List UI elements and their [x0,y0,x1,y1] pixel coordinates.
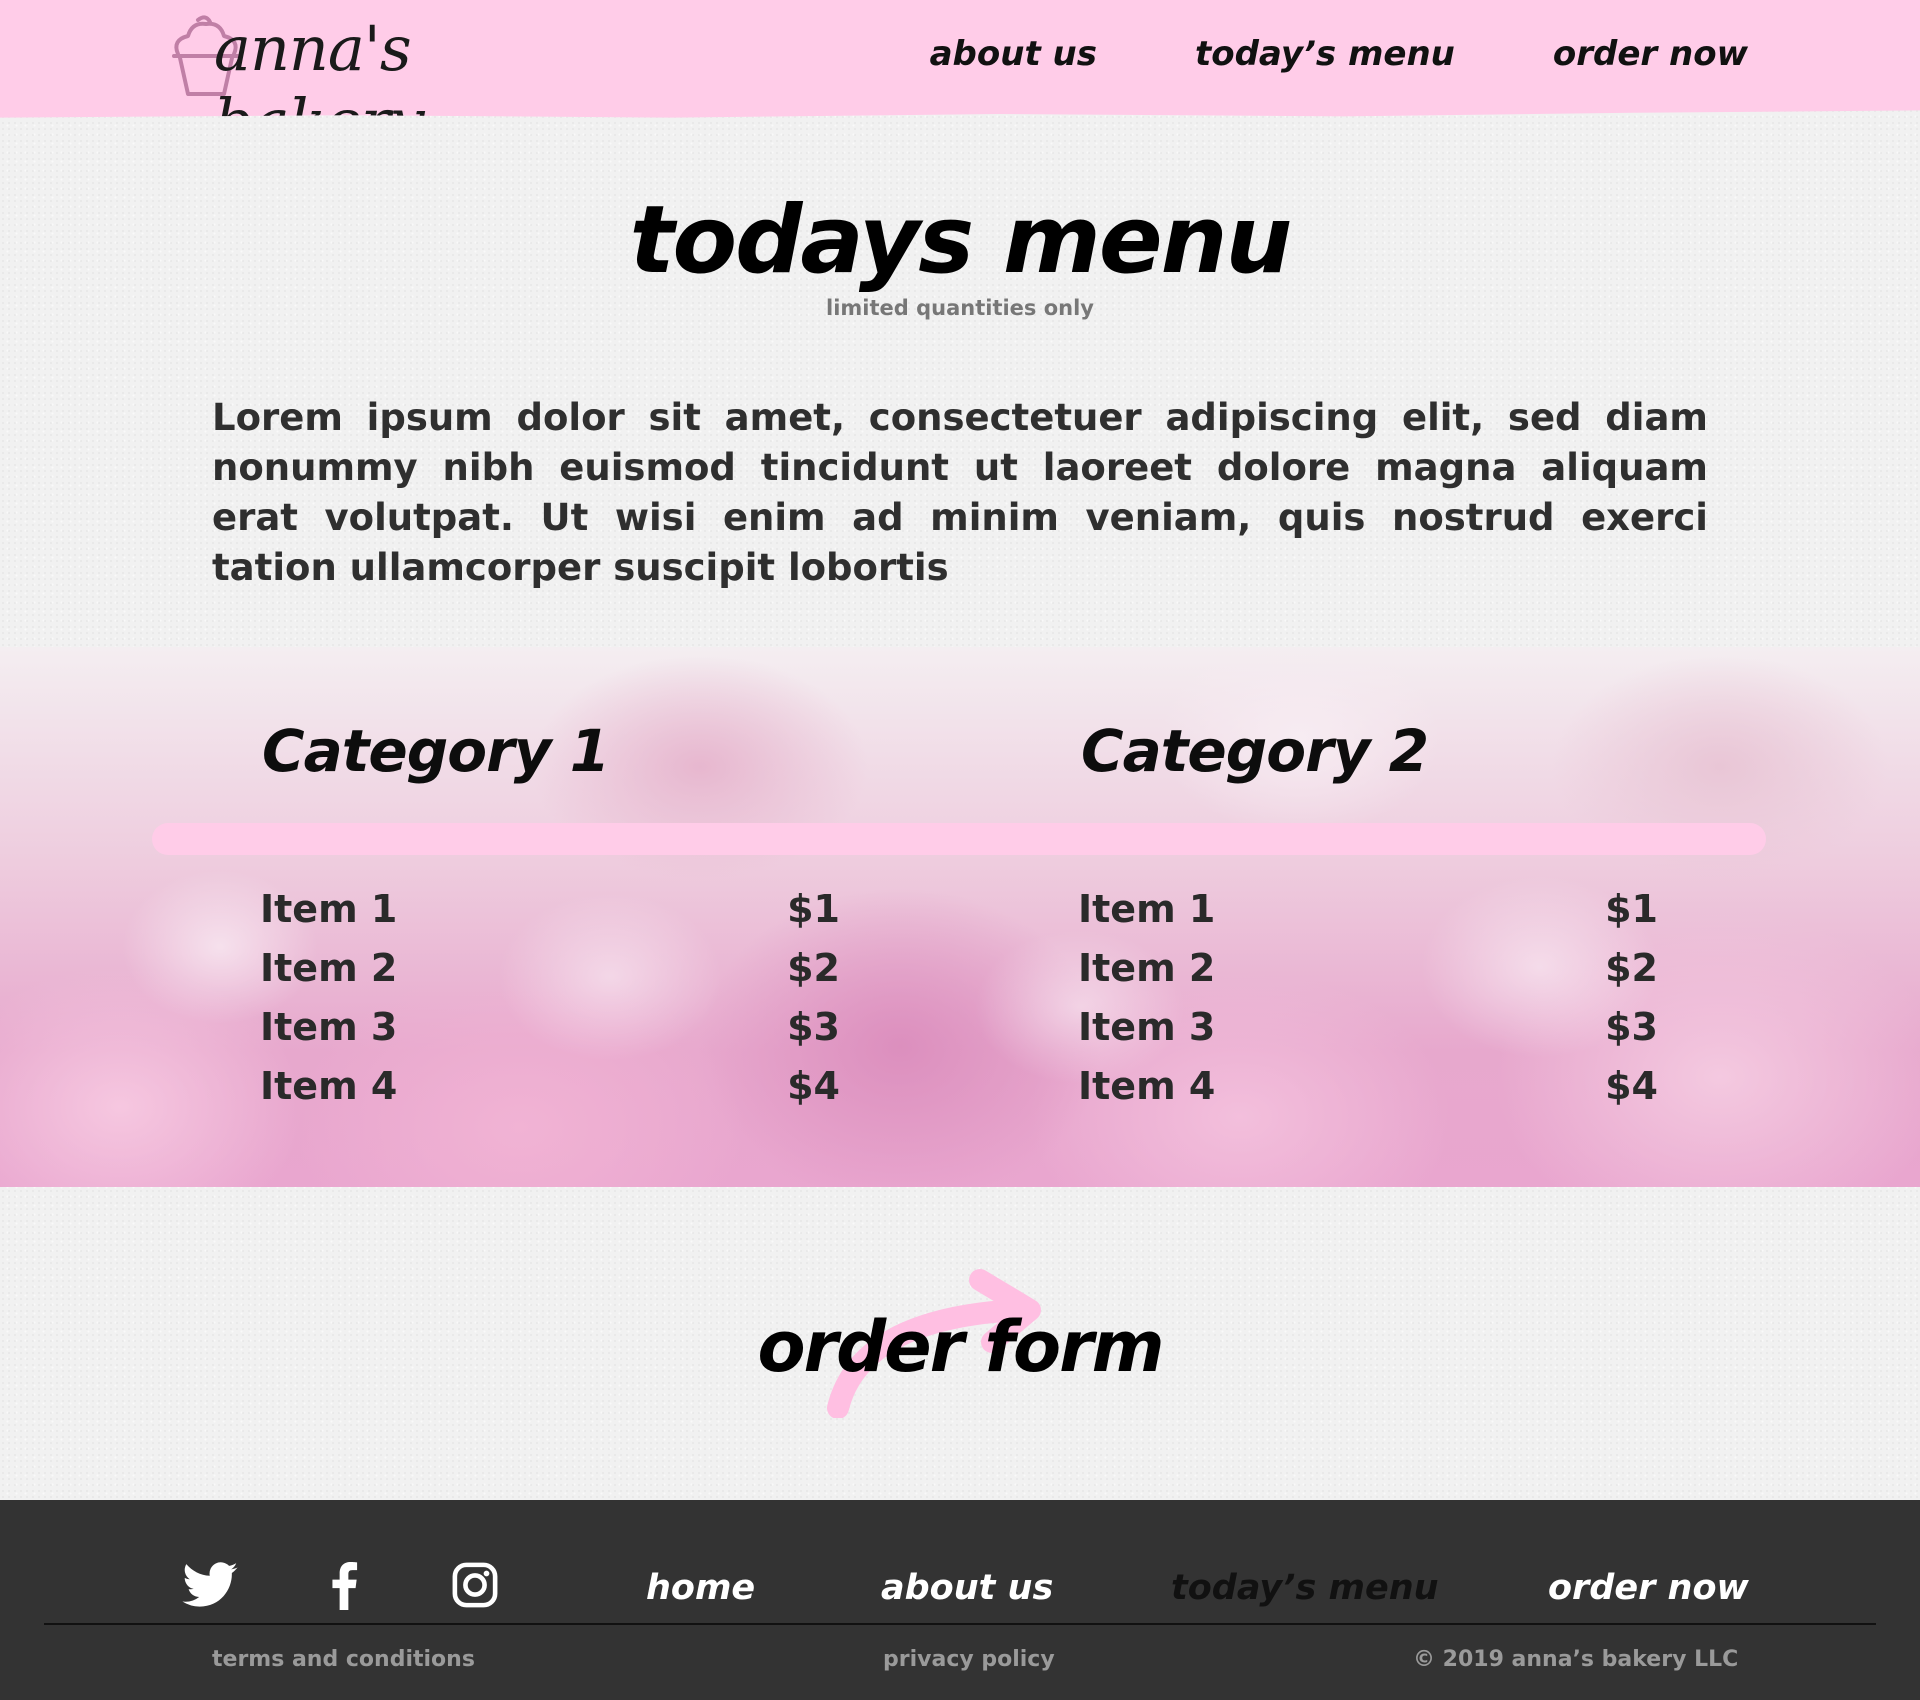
twitter-icon[interactable] [182,1562,238,1608]
nav-about-us[interactable]: about us [930,34,1097,74]
item-name: Item 3 [260,1005,398,1049]
privacy-link[interactable]: privacy policy [883,1647,1055,1672]
menu-section: Category 1 Category 2 Item 1 $1 Item 2 $… [0,647,1920,1187]
menu-item-row: Item 3 $3 [1078,1005,1658,1064]
item-name: Item 4 [1078,1064,1216,1108]
menu-item-row: Item 3 $3 [260,1005,840,1064]
nav-order-now[interactable]: order now [1553,34,1748,74]
item-price: $2 [1605,946,1658,990]
item-name: Item 1 [260,887,398,931]
pink-brush-divider [152,823,1766,855]
copyright-text: © 2019 anna’s bakery LLC [1413,1647,1739,1672]
site-header: anna's bakery about us today’s menu orde… [0,0,1920,118]
menu-item-row: Item 2 $2 [1078,946,1658,1005]
item-name: Item 4 [260,1064,398,1108]
item-name: Item 2 [1078,946,1216,990]
top-navigation: about us today’s menu order now [930,34,1748,74]
footer-nav-todays-menu[interactable]: today’s menu [1171,1568,1439,1608]
footer-nav-order-now[interactable]: order now [1548,1568,1749,1608]
footer-nav-about-us[interactable]: about us [881,1568,1053,1608]
menu-item-row: Item 2 $2 [260,946,840,1005]
site-footer: home about us today’s menu order now ter… [0,1500,1920,1700]
item-price: $4 [787,1064,840,1108]
item-price: $4 [1605,1064,1658,1108]
menu-item-row: Item 4 $4 [1078,1064,1658,1123]
page-title: todays menu [629,186,1293,295]
menu-item-row: Item 4 $4 [260,1064,840,1123]
menu-item-row: Item 1 $1 [260,887,840,946]
category-1-items: Item 1 $1 Item 2 $2 Item 3 $3 Item 4 $4 [260,887,840,1123]
item-price: $3 [787,1005,840,1049]
footer-nav-home[interactable]: home [646,1568,755,1608]
menu-item-row: Item 1 $1 [1078,887,1658,946]
bakery-logo[interactable]: anna's bakery [168,10,588,118]
item-name: Item 3 [1078,1005,1216,1049]
order-form-link[interactable]: order form [750,1306,1170,1388]
item-price: $1 [1605,887,1658,931]
item-name: Item 1 [1078,887,1216,931]
facebook-icon[interactable] [330,1562,358,1610]
category-1-title: Category 1 [262,717,610,785]
item-price: $1 [787,887,840,931]
logo-wordmark: anna's bakery [214,12,425,158]
footer-divider [44,1623,1876,1625]
order-form-cta[interactable]: order form [750,1258,1170,1418]
nav-todays-menu[interactable]: today’s menu [1195,34,1455,74]
intro-paragraph: Lorem ipsum dolor sit amet, consectetuer… [212,396,1708,589]
item-price: $2 [787,946,840,990]
instagram-icon[interactable] [452,1562,498,1608]
terms-link[interactable]: terms and conditions [212,1647,475,1672]
category-2-items: Item 1 $1 Item 2 $2 Item 3 $3 Item 4 $4 [1078,887,1658,1123]
category-2-title: Category 2 [1081,717,1429,785]
page-subtitle: limited quantities only [826,296,1094,320]
item-price: $3 [1605,1005,1658,1049]
item-name: Item 2 [260,946,398,990]
